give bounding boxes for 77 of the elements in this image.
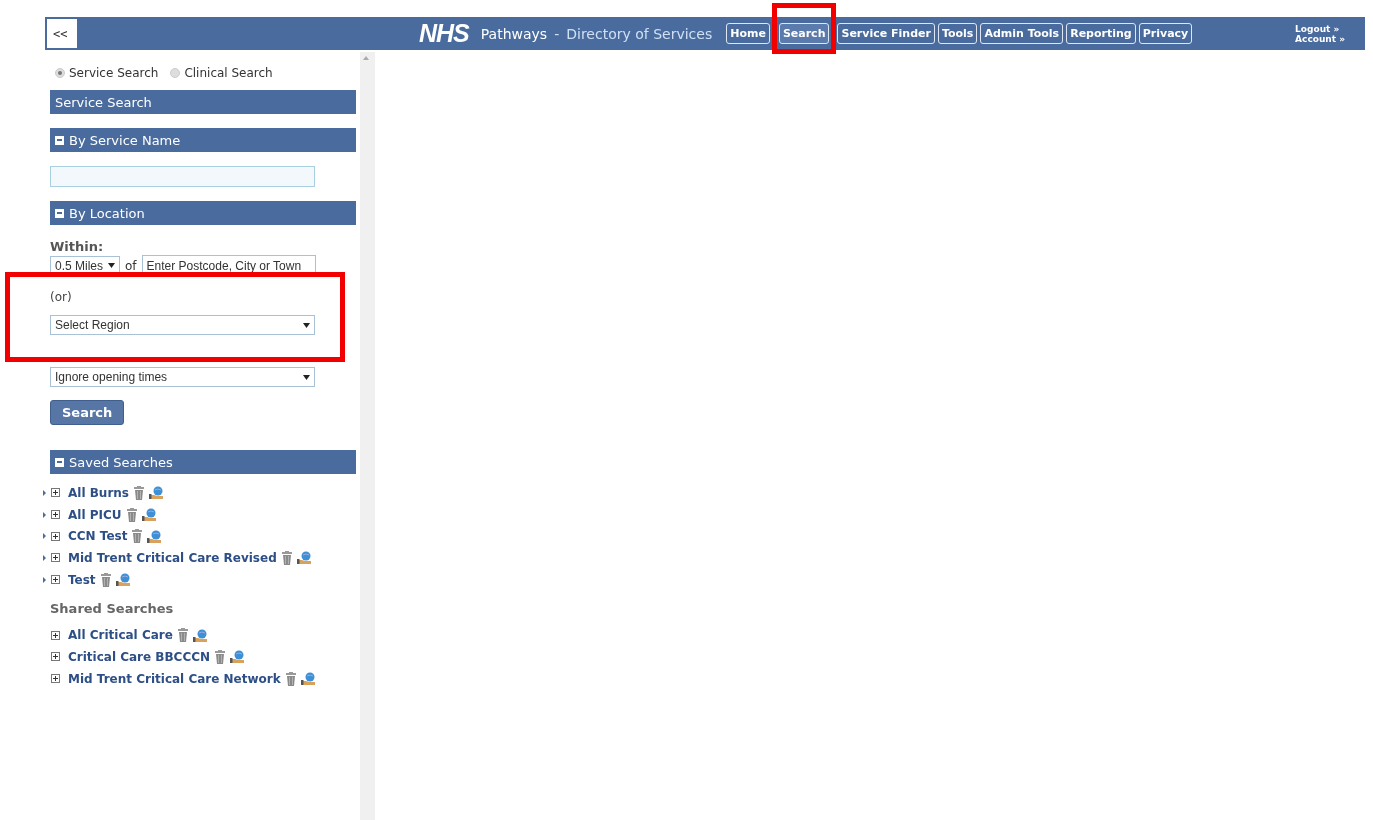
trash-icon[interactable] bbox=[177, 628, 188, 643]
account-link[interactable]: Account » bbox=[1295, 33, 1345, 44]
trash-icon[interactable] bbox=[100, 572, 111, 587]
expand-icon[interactable] bbox=[51, 553, 60, 563]
section-title: Shared Searches bbox=[50, 601, 175, 617]
saved-search-link[interactable]: All Burns bbox=[68, 485, 129, 500]
trash-icon[interactable] bbox=[285, 671, 296, 686]
globe-hand-icon[interactable] bbox=[300, 672, 316, 686]
section-header[interactable]: By Location bbox=[50, 201, 356, 225]
globe-hand-icon[interactable] bbox=[230, 650, 246, 664]
caret-icon[interactable] bbox=[43, 554, 46, 561]
nav-tab[interactable]: Service Finder bbox=[837, 23, 935, 44]
scrollbar[interactable] bbox=[360, 52, 375, 820]
saved-search-link[interactable]: Mid Trent Critical Care Revised bbox=[68, 550, 277, 565]
section-header[interactable]: By Service Name bbox=[50, 128, 356, 152]
nav-tab[interactable]: Tools bbox=[937, 23, 978, 44]
or-label: (or) bbox=[50, 290, 73, 304]
expand-icon[interactable] bbox=[51, 488, 60, 498]
dropdown-arrow-icon[interactable] bbox=[303, 322, 310, 328]
panel-header: Service Search bbox=[50, 90, 356, 114]
opening-times-dropdown[interactable]: Ignore opening times bbox=[50, 367, 315, 387]
collapse-icon[interactable] bbox=[55, 457, 64, 467]
radio-button[interactable] bbox=[55, 68, 65, 78]
saved-search-link[interactable]: Critical Care BBCCCN bbox=[68, 649, 211, 664]
saved-search-link[interactable]: All Critical Care bbox=[68, 628, 173, 643]
nav-tab[interactable]: Admin Tools bbox=[980, 23, 1064, 44]
caret-icon[interactable] bbox=[43, 576, 46, 583]
expand-icon[interactable] bbox=[51, 510, 60, 520]
trash-icon[interactable] bbox=[134, 485, 144, 500]
globe-hand-icon[interactable] bbox=[147, 529, 163, 543]
expand-icon[interactable] bbox=[51, 575, 60, 585]
radio-label: Service Search bbox=[69, 66, 159, 80]
search-button[interactable]: Search bbox=[50, 400, 125, 425]
nav-tab[interactable]: Privacy bbox=[1138, 23, 1193, 44]
title-separator: - bbox=[554, 25, 560, 42]
nav-tab[interactable]: Home bbox=[726, 23, 770, 44]
of-label: of bbox=[125, 258, 137, 273]
collapse-button[interactable]: << bbox=[47, 19, 77, 48]
account-link[interactable]: Logout » bbox=[1295, 23, 1345, 34]
globe-hand-icon[interactable] bbox=[115, 573, 131, 587]
nav-tab[interactable]: Search bbox=[778, 23, 830, 44]
radio-label: Clinical Search bbox=[184, 66, 273, 80]
trash-icon[interactable] bbox=[215, 649, 226, 664]
section-header[interactable]: Saved Searches bbox=[50, 450, 356, 474]
app-subtitle: Directory of Services bbox=[566, 25, 713, 42]
nav-tab[interactable]: Reporting bbox=[1066, 23, 1136, 44]
globe-hand-icon[interactable] bbox=[296, 551, 312, 565]
trash-icon[interactable] bbox=[126, 507, 137, 522]
section-title: By Service Name bbox=[69, 132, 181, 148]
saved-search-link[interactable]: All PICU bbox=[68, 507, 122, 522]
caret-icon[interactable] bbox=[43, 511, 46, 518]
section-title: By Location bbox=[69, 205, 145, 221]
caret-icon[interactable] bbox=[43, 533, 46, 540]
logo: NHS bbox=[419, 19, 469, 48]
dropdown-arrow-icon[interactable] bbox=[108, 263, 115, 268]
saved-search-link[interactable]: Test bbox=[68, 572, 96, 587]
expand-icon[interactable] bbox=[51, 630, 60, 640]
trash-icon[interactable] bbox=[132, 529, 143, 544]
expand-icon[interactable] bbox=[51, 531, 60, 541]
section-title: Saved Searches bbox=[69, 454, 173, 470]
saved-search-link[interactable]: Mid Trent Critical Care Network bbox=[68, 671, 281, 686]
region-dropdown[interactable]: Select Region bbox=[50, 315, 315, 335]
dropdown-arrow-icon[interactable] bbox=[303, 374, 310, 380]
saved-search-link[interactable]: CCN Test bbox=[68, 529, 128, 544]
globe-hand-icon[interactable] bbox=[192, 628, 208, 642]
globe-hand-icon[interactable] bbox=[149, 486, 164, 500]
service-name-field[interactable] bbox=[50, 166, 315, 187]
expand-icon[interactable] bbox=[51, 674, 60, 684]
globe-hand-icon[interactable] bbox=[141, 508, 157, 522]
collapse-icon[interactable] bbox=[55, 208, 64, 218]
radio-button[interactable] bbox=[170, 68, 181, 78]
trash-icon[interactable] bbox=[281, 550, 292, 565]
app-title: Pathways bbox=[480, 25, 548, 42]
caret-icon[interactable] bbox=[43, 489, 46, 496]
field-label: Within: bbox=[50, 239, 105, 254]
expand-icon[interactable] bbox=[51, 652, 60, 662]
collapse-icon[interactable] bbox=[55, 135, 64, 145]
